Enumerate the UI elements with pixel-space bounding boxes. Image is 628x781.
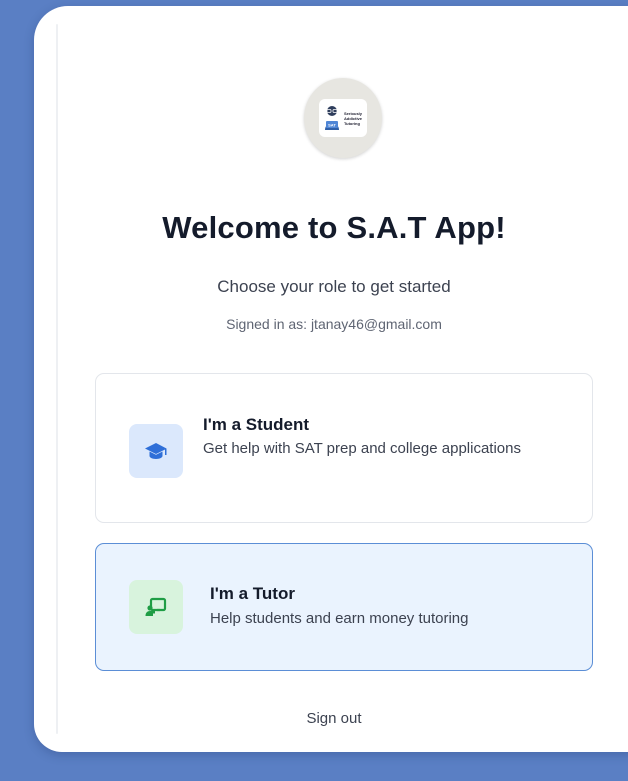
student-role-title: I'm a Student (203, 415, 310, 434)
page-title: Welcome to S.A.T App! (162, 210, 506, 245)
tutor-role-option[interactable]: I'm a Tutor Help students and earn money… (95, 543, 593, 671)
role-selection-card: SAT Seriously Addictive Tutoring Welcome… (34, 6, 628, 752)
tutor-role-description: Help students and earn money tutoring (210, 610, 469, 627)
student-role-option[interactable]: I'm a Student Get help with SAT prep and… (95, 373, 593, 523)
teacher-board-icon (145, 597, 167, 616)
svg-text:SAT: SAT (328, 123, 336, 128)
tutor-role-title: I'm a Tutor (210, 584, 295, 603)
logo-wordmark: Seriously Addictive Tutoring (344, 111, 366, 126)
page-subtitle: Choose your role to get started (217, 277, 451, 296)
signed-in-email: Signed in as: jtanay46@gmail.com (226, 316, 442, 332)
app-logo: SAT Seriously Addictive Tutoring (304, 78, 382, 158)
graduation-cap-icon (145, 443, 167, 459)
card-edge-shadow (56, 24, 58, 734)
student-icon-box (129, 424, 183, 478)
student-role-description: Get help with SAT prep and college appli… (203, 440, 521, 457)
logo-character-icon: SAT (325, 106, 339, 130)
logo-badge: SAT Seriously Addictive Tutoring (319, 99, 367, 137)
sign-out-link[interactable]: Sign out (34, 710, 628, 727)
logo-text-line3: Tutoring (344, 120, 360, 126)
tutor-icon-box (129, 580, 183, 634)
